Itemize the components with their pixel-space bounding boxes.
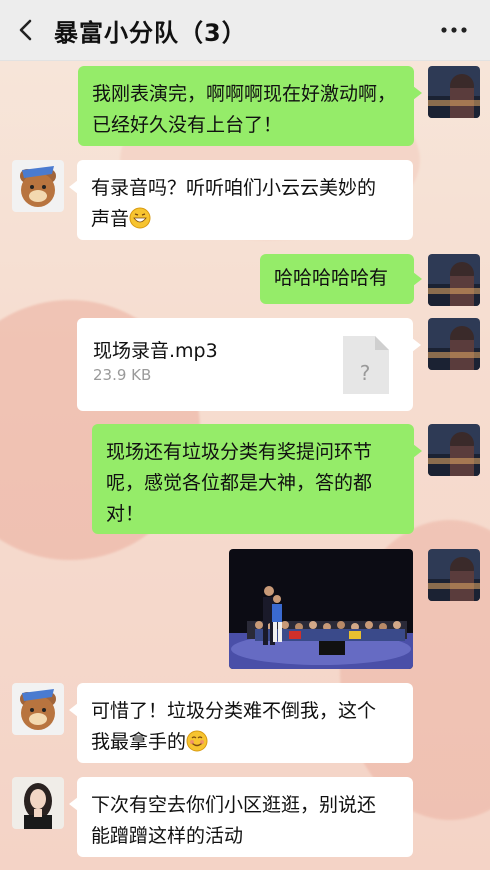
smile-emoji-icon xyxy=(186,730,208,752)
file-icon-glyph: ? xyxy=(360,361,371,385)
chat-header: 暴富小分队（3） xyxy=(0,0,490,61)
stage-photo-image[interactable] xyxy=(229,549,413,669)
more-dots-icon[interactable] xyxy=(436,18,472,42)
bear-avatar[interactable] xyxy=(12,160,64,212)
message-bubble-self[interactable]: 我刚表演完，啊啊啊现在好激动啊， 已经好久没有上台了！ xyxy=(78,66,422,146)
file-size: 23.9 KB xyxy=(93,366,152,384)
message-bubble-self[interactable]: 哈哈哈哈哈有 xyxy=(260,254,422,304)
message-bubble-other[interactable]: 下次有空去你们小区逛逛，别说还 能蹭蹭这样的活动 xyxy=(69,777,413,857)
chevron-left-icon[interactable] xyxy=(12,14,40,46)
message-bubble-other[interactable]: 可惜了！垃圾分类难不倒我，这个 我最拿手的 xyxy=(69,683,413,763)
chat-title: 暴富小分队（3） xyxy=(54,19,247,47)
message-bubble-other[interactable]: 有录音吗？听听咱们小云云美妙的 声音 xyxy=(69,160,413,240)
message-text-line: 有录音吗？听听咱们小云云美妙的 xyxy=(91,177,377,199)
message-text-line: 声音 xyxy=(91,208,130,230)
file-name: 现场录音.mp3 xyxy=(93,340,218,362)
message-text-line: 哈哈哈哈哈有 xyxy=(274,267,389,289)
message-text-line: 我最拿手的 xyxy=(91,731,187,753)
message-text-line: 能蹭蹭这样的活动 xyxy=(91,825,244,847)
self-avatar[interactable] xyxy=(428,424,480,476)
file-message-card[interactable]: 现场录音.mp3 23.9 KB ? xyxy=(77,318,421,411)
bubble-tail xyxy=(69,180,78,194)
bubble-tail xyxy=(69,703,78,717)
message-text-line: 下次有空去你们小区逛逛，别说还 xyxy=(91,794,377,816)
bubble-tail xyxy=(413,86,422,100)
message-text-line: 我刚表演完，啊啊啊现在好激动啊， xyxy=(92,83,397,105)
bear-avatar[interactable] xyxy=(12,683,64,735)
bubble-tail xyxy=(413,272,422,286)
self-avatar[interactable] xyxy=(428,66,480,118)
message-bubble-self[interactable]: 现场还有垃圾分类有奖提问环节 呢，感觉各位都是大神，答的都 对！ xyxy=(92,424,422,534)
self-avatar[interactable] xyxy=(428,254,480,306)
unknown-file-icon: ? xyxy=(343,336,389,394)
bubble-tail xyxy=(412,338,421,352)
message-text-line: 现场还有垃圾分类有奖提问环节 xyxy=(106,441,373,463)
grin-emoji-icon xyxy=(129,207,151,229)
self-avatar[interactable] xyxy=(428,318,480,370)
bubble-tail xyxy=(413,444,422,458)
message-text-line: 已经好久没有上台了！ xyxy=(92,114,283,136)
message-text-line: 对！ xyxy=(106,503,145,525)
message-text-line: 呢，感觉各位都是大神，答的都 xyxy=(106,472,373,494)
message-text-line: 可惜了！垃圾分类难不倒我，这个 xyxy=(91,700,377,722)
bubble-tail xyxy=(69,797,78,811)
self-avatar[interactable] xyxy=(428,549,480,601)
girl-avatar[interactable] xyxy=(12,777,64,829)
